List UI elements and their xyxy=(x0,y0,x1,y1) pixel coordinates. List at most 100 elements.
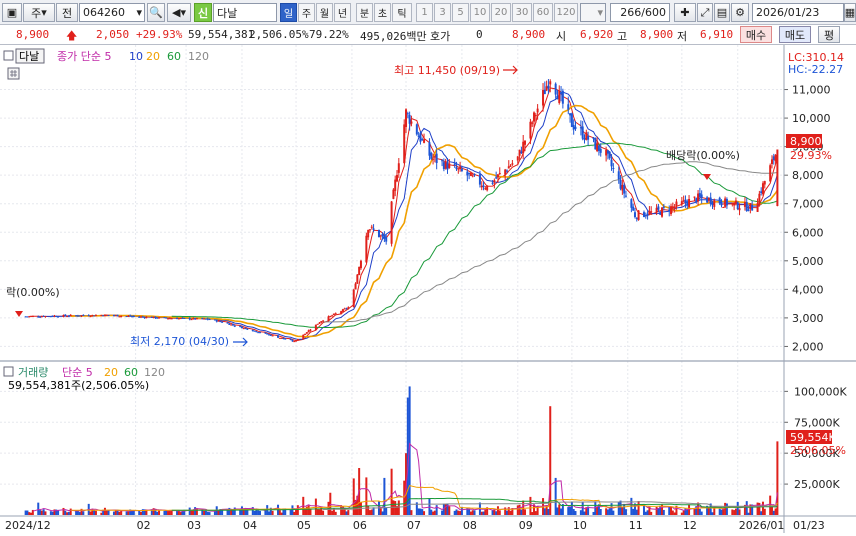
period-day-tab[interactable]: 일 xyxy=(280,3,297,22)
volume-bar xyxy=(758,502,761,515)
period-minute-tab[interactable]: 분 xyxy=(356,3,373,22)
candle-body xyxy=(302,334,305,340)
volume-bar xyxy=(725,503,728,515)
volume-pct-tag: 2506.05% xyxy=(790,444,846,457)
gear-icon[interactable]: ⚙ xyxy=(731,3,749,22)
volume-bar xyxy=(772,510,775,515)
grid-toggle-icon[interactable] xyxy=(7,67,20,80)
minute-60-button[interactable]: 60 xyxy=(533,3,553,22)
candle-body xyxy=(650,211,653,213)
candle-body xyxy=(415,124,418,135)
volume-bar xyxy=(608,508,611,515)
candle-body xyxy=(561,90,564,104)
candle-body xyxy=(125,316,128,318)
speaker-icon[interactable]: ◀▾ xyxy=(167,3,191,22)
minute-10-button[interactable]: 10 xyxy=(470,3,490,22)
period-month-tab[interactable]: 월 xyxy=(316,3,333,22)
stock-chart[interactable]: 11,00010,0009,0008,0007,0006,0005,0004,0… xyxy=(0,45,856,533)
volume-bar xyxy=(635,509,638,515)
minute-1-button[interactable]: 1 xyxy=(416,3,433,22)
window-menu-icon[interactable]: ▣ xyxy=(2,3,22,22)
candle-body xyxy=(642,212,645,217)
type-select[interactable]: 전 xyxy=(56,3,78,22)
volume-bar xyxy=(572,509,575,515)
minute-custom-select[interactable]: ▾ xyxy=(580,3,606,22)
candle-body xyxy=(392,189,395,199)
volume-bar xyxy=(30,512,33,515)
volume-bar xyxy=(761,501,764,515)
volume-bar xyxy=(394,501,397,515)
volume-legend-ma: 단순 5 xyxy=(62,366,93,379)
time-axis-label: 09 xyxy=(519,519,533,532)
candle-body xyxy=(383,235,386,239)
time-axis-label: 03 xyxy=(187,519,201,532)
legend-ma-20: 20 xyxy=(146,50,160,63)
time-axis-label: 2024/12 xyxy=(5,519,51,532)
date-field[interactable]: 2026/01/23 xyxy=(752,3,844,22)
chevron-down-icon[interactable]: ▾ xyxy=(136,6,144,19)
code-input[interactable]: 064260 ▾ xyxy=(79,3,145,22)
candle-body xyxy=(518,149,521,156)
candle-body xyxy=(433,156,436,158)
minute-3-button[interactable]: 3 xyxy=(434,3,451,22)
minute-5-button[interactable]: 5 xyxy=(452,3,469,22)
candle-body xyxy=(543,89,546,95)
candle-body xyxy=(152,316,155,318)
candle-body xyxy=(520,151,523,154)
volume-bar xyxy=(646,510,649,515)
candle-body xyxy=(91,314,94,316)
candle-body xyxy=(720,201,723,206)
volume-bar xyxy=(428,498,431,515)
volume-axis-label: 100,000K xyxy=(794,385,847,398)
candle-body xyxy=(24,316,27,318)
candle-body xyxy=(545,86,548,91)
candle-body xyxy=(486,185,489,191)
volume-legend-ma-60: 60 xyxy=(124,366,138,379)
volume-bar xyxy=(509,510,512,515)
candle-body xyxy=(496,174,499,178)
candle-body xyxy=(567,104,570,110)
legend-ma-120: 120 xyxy=(188,50,209,63)
sell-button[interactable]: 매도 xyxy=(779,26,811,43)
volume-bar xyxy=(49,511,52,515)
volume-bar xyxy=(368,510,371,515)
crosshair-icon[interactable]: ✚ xyxy=(674,3,696,22)
volume-bar xyxy=(432,511,435,515)
chart-toggle-icon[interactable]: ⤢ xyxy=(697,3,713,22)
minute-30-button[interactable]: 30 xyxy=(512,3,532,22)
candle-body xyxy=(596,143,599,152)
period-year-tab[interactable]: 년 xyxy=(334,3,351,22)
candle-body xyxy=(268,334,271,336)
market-select[interactable]: 주 ▾ xyxy=(23,3,55,22)
period-second-tab[interactable]: 초 xyxy=(374,3,391,22)
volume-bar xyxy=(188,507,191,515)
buy-button[interactable]: 매수 xyxy=(740,26,772,43)
stock-name-field[interactable]: 다날 xyxy=(213,3,277,22)
save-icon[interactable]: ▤ xyxy=(714,3,730,22)
volume-bar xyxy=(397,500,400,515)
volume-bar xyxy=(296,505,299,515)
volume-bar xyxy=(67,511,70,515)
candle-body xyxy=(75,315,78,317)
volume-bar xyxy=(731,509,734,515)
candle-body xyxy=(116,314,119,317)
turnover-value: 79.22% xyxy=(309,28,349,41)
candle-body xyxy=(332,313,335,315)
candle-body xyxy=(731,203,734,205)
candle-body xyxy=(594,138,597,150)
eval-button[interactable]: 평 xyxy=(818,26,840,43)
bar-count-field[interactable]: 266/600 xyxy=(610,3,670,22)
period-week-tab[interactable]: 주 xyxy=(298,3,315,22)
candle-body xyxy=(606,150,609,154)
minute-20-button[interactable]: 20 xyxy=(491,3,511,22)
candle-body xyxy=(394,179,397,191)
candle-body xyxy=(408,114,411,124)
search-icon[interactable]: 🔍 xyxy=(147,3,165,22)
candle-body xyxy=(592,137,595,139)
period-tick-tab[interactable]: 틱 xyxy=(392,3,412,22)
candle-body xyxy=(522,141,525,154)
volume-bar xyxy=(457,510,460,515)
minute-120-button[interactable]: 120 xyxy=(554,3,578,22)
candle-body xyxy=(484,188,487,190)
calendar-icon[interactable]: ▦ xyxy=(844,3,856,22)
